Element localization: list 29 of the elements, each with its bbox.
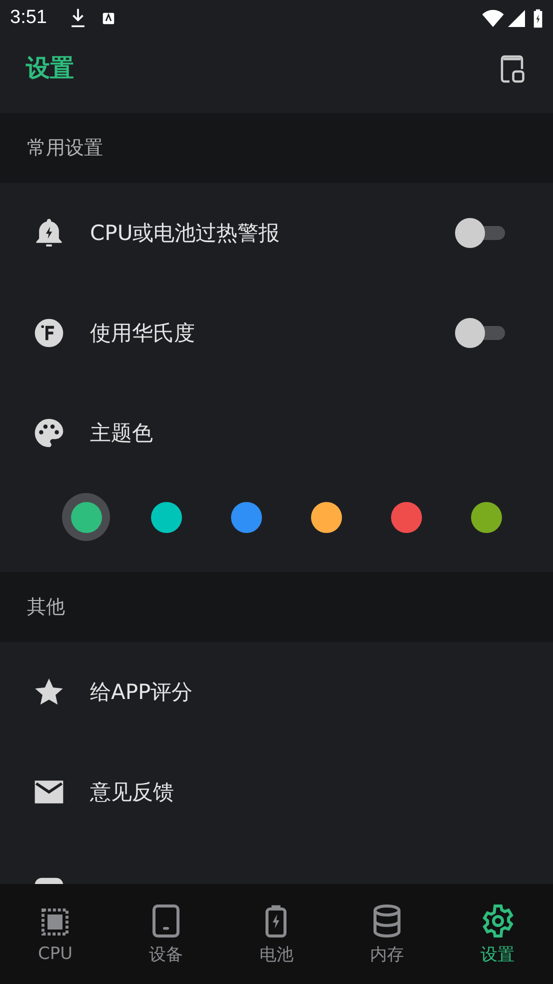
nav-tab[interactable]: 设置: [442, 884, 553, 984]
signal-icon: [508, 10, 525, 26]
battery-icon: [533, 8, 543, 28]
color-swatch[interactable]: [70, 502, 102, 532]
setting-label: 使用华氏度: [90, 320, 196, 347]
setting-label: CPU或电池过热警报: [90, 220, 281, 247]
nav-tab[interactable]: CPU: [0, 884, 111, 984]
color-swatch[interactable]: [150, 502, 182, 532]
nav-tab[interactable]: 电池: [221, 884, 332, 984]
setting-label: 意见反馈: [90, 779, 175, 806]
notification-icon: [100, 10, 116, 26]
toggle-switch[interactable]: [455, 218, 507, 248]
fahrenheit-icon: [32, 316, 66, 350]
color-swatch[interactable]: [470, 502, 502, 532]
settings-icon: [480, 902, 516, 938]
toggle-switch[interactable]: [455, 318, 507, 348]
color-swatch[interactable]: [310, 502, 342, 532]
nav-tab[interactable]: 设备: [110, 884, 222, 984]
status-time: 3:51: [10, 7, 47, 29]
page-title: 设置: [26, 52, 74, 84]
setting-label: 给APP评分: [90, 679, 194, 706]
nav-tab[interactable]: 内存: [332, 884, 442, 984]
color-swatch[interactable]: [390, 502, 422, 532]
wifi-icon: [482, 9, 504, 27]
color-swatch[interactable]: [230, 502, 262, 532]
section-header: 常用设置: [0, 113, 553, 183]
setting-label: 主题色: [90, 420, 154, 447]
section-header: 其他: [0, 572, 553, 642]
palette-icon: [32, 416, 66, 450]
